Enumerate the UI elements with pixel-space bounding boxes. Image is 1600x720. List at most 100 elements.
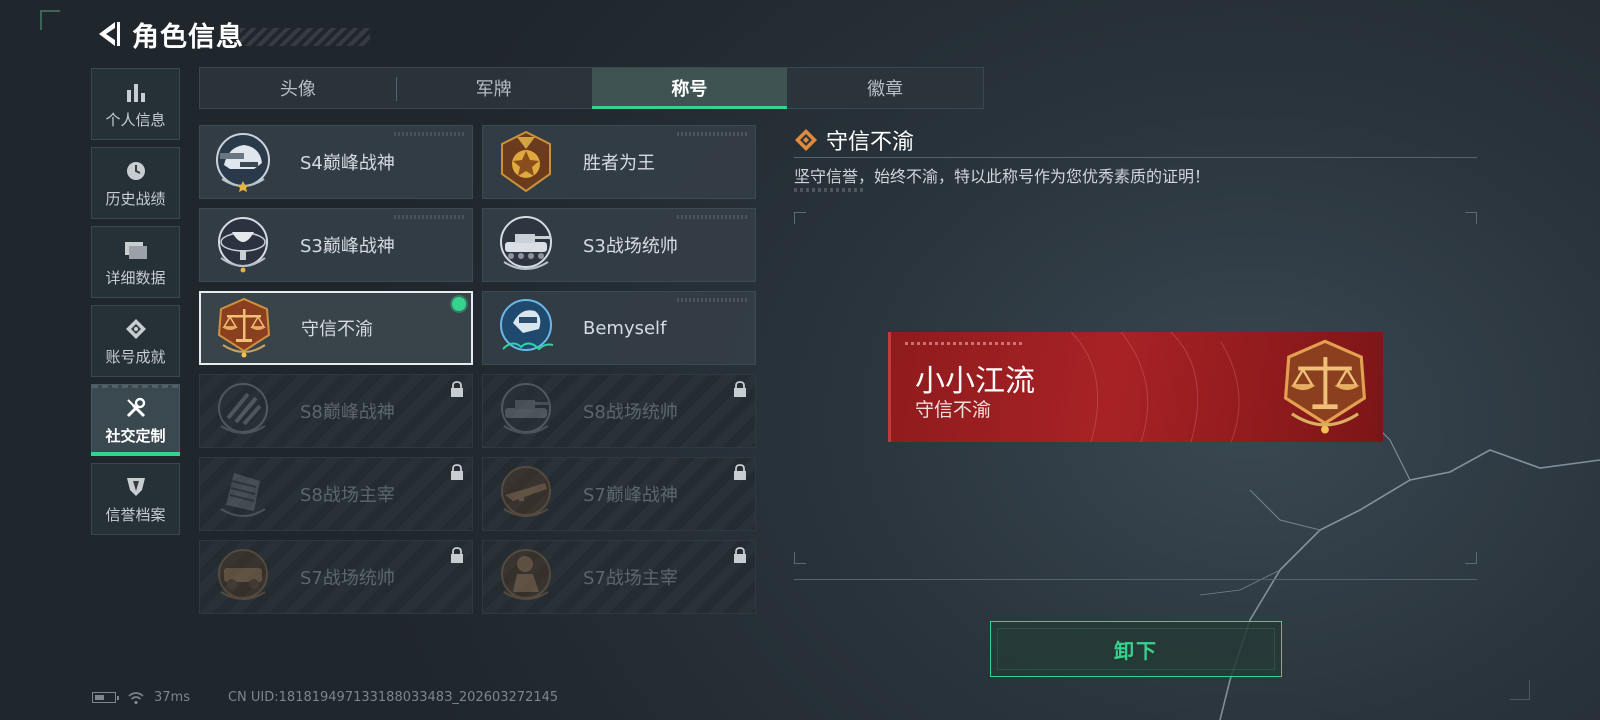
equipped-title: 守信不渝 (915, 399, 992, 421)
rider-emblem-icon (491, 293, 561, 363)
title-card-bemyself[interactable]: Bemyself (482, 291, 756, 365)
sidebar-item-label: 详细数据 (105, 268, 166, 287)
title-card-s8-peak[interactable]: S8巅峰战神 (199, 374, 473, 448)
sidebar-item-label: 信誉档案 (105, 505, 166, 524)
gold-medal-emblem-icon (491, 127, 561, 197)
page-title: 角色信息 (132, 21, 244, 53)
title-card-label: S4巅峰战神 (300, 153, 395, 174)
sidebar-item-credit-file[interactable]: 信誉档案 (91, 463, 180, 535)
tab-avatar[interactable]: 头像 (200, 68, 396, 108)
tab-title[interactable]: 称号 (591, 68, 788, 109)
title-card-label: S3巅峰战神 (300, 236, 395, 257)
card-decoration (677, 215, 747, 219)
lock-icon (451, 547, 463, 563)
detail-header: 守信不渝 (794, 124, 914, 156)
card-decoration (677, 132, 747, 136)
nameplate-decoration (905, 342, 1025, 345)
bar-chart-icon (123, 79, 149, 105)
lock-icon (734, 464, 746, 480)
achievement-icon (123, 316, 149, 342)
frame-corner (1465, 552, 1477, 564)
title-card-label: S3战场统帅 (583, 236, 678, 257)
title-card-s8-dominator[interactable]: S8战场主宰 (199, 457, 473, 531)
tank-emblem-icon (491, 210, 561, 280)
tank-emblem-icon (491, 376, 561, 446)
lock-icon (734, 547, 746, 563)
sidebar-item-label: 账号成就 (105, 347, 166, 366)
title-card-label: S8战场主宰 (300, 485, 395, 506)
status-bar: 37ms CN UID:18181949713318803348З_202603… (92, 690, 558, 705)
rifle-emblem-icon (491, 459, 561, 529)
nameplate-preview: 小小江流 守信不渝 (888, 332, 1383, 442)
sidebar-item-social-custom[interactable]: 社交定制 (91, 384, 181, 456)
divider (794, 157, 1477, 158)
title-card-label: S7战场统帅 (300, 568, 395, 589)
detail-description: 坚守信誉，始终不渝，特以此称号作为您优秀素质的证明！ (794, 167, 1211, 186)
stripes-emblem-icon (208, 376, 278, 446)
helmet-emblem-icon (208, 127, 278, 197)
title-card-label: 守信不渝 (301, 319, 373, 340)
description-decoration (794, 188, 864, 192)
unequip-button[interactable]: 卸下 (990, 621, 1282, 677)
scales-emblem-icon (1273, 335, 1377, 439)
title-card-s7-dominator[interactable]: S7战场主宰 (482, 540, 756, 614)
vehicle-emblem-icon (208, 542, 278, 612)
globe-emblem-icon (208, 210, 278, 280)
sidebar-item-label: 历史战绩 (105, 189, 166, 208)
divider (794, 579, 1477, 580)
building-emblem-icon (208, 459, 278, 529)
title-card-label: Bemyself (583, 317, 667, 339)
equipped-indicator (452, 297, 466, 311)
title-card-winner[interactable]: 胜者为王 (482, 125, 756, 199)
title-card-s3-commander[interactable]: S3战场统帅 (482, 208, 756, 282)
uid-text: CN UID:18181949713318803348З_20260327214… (227, 690, 559, 705)
title-card-keep-faith[interactable]: 守信不渝 (199, 291, 473, 365)
title-card-label: 胜者为王 (583, 153, 655, 174)
wifi-icon (128, 691, 144, 704)
title-card-s7-peak[interactable]: S7巅峰战神 (482, 457, 756, 531)
header: 角色信息 (90, 14, 370, 54)
title-card-label: S8战场统帅 (583, 402, 678, 423)
battery-icon (92, 692, 119, 703)
title-card-label: S7战场主宰 (583, 568, 678, 589)
title-stripe-decoration (240, 28, 370, 46)
folder-icon (123, 237, 149, 263)
title-grid: S4巅峰战神 胜者为王 S3巅峰战神 S3战场统帅 守信不渝 Bemyself … (199, 125, 759, 614)
sidebar-item-personal-info[interactable]: 个人信息 (91, 68, 180, 140)
sidebar-item-label: 个人信息 (105, 110, 166, 129)
title-card-s4-peak[interactable]: S4巅峰战神 (199, 125, 473, 199)
side-nav: 个人信息 历史战绩 详细数据 账号成就 社交定制 信誉档案 (91, 68, 181, 542)
title-card-s7-commander[interactable]: S7战场统帅 (199, 540, 473, 614)
lock-icon (451, 381, 463, 397)
shield-icon (123, 474, 149, 500)
corner-decoration (40, 10, 60, 30)
sidebar-item-detailed-data[interactable]: 详细数据 (91, 226, 180, 298)
card-decoration (394, 132, 464, 136)
soldier-emblem-icon (491, 542, 561, 612)
frame-corner (794, 552, 806, 564)
title-card-s8-commander[interactable]: S8战场统帅 (482, 374, 756, 448)
lock-icon (734, 381, 746, 397)
player-name: 小小江流 (915, 364, 1035, 399)
frame-corner (794, 212, 806, 224)
tab-badge[interactable]: 徽章 (787, 68, 983, 108)
lock-icon (451, 464, 463, 480)
detail-title: 守信不渝 (826, 130, 915, 155)
title-card-label: S8巅峰战神 (300, 402, 395, 423)
back-button[interactable] (90, 16, 126, 52)
sidebar-item-label: 社交定制 (105, 426, 166, 445)
card-decoration (677, 298, 747, 302)
sidebar-item-history[interactable]: 历史战绩 (91, 147, 180, 219)
scales-emblem-icon (209, 293, 279, 363)
back-arrow-icon (99, 22, 120, 46)
title-card-s3-peak[interactable]: S3巅峰战神 (199, 208, 473, 282)
card-decoration (394, 215, 464, 219)
frame-corner (1465, 212, 1477, 224)
ping-text: 37ms (154, 690, 190, 705)
tab-bar: 头像 军牌 称号 徽章 (199, 67, 984, 109)
unequip-button-label: 卸下 (1114, 638, 1158, 663)
tab-dog-tag[interactable]: 军牌 (395, 68, 592, 108)
corner-decoration (1510, 680, 1530, 700)
clock-icon (123, 158, 149, 184)
sidebar-item-achievements[interactable]: 账号成就 (91, 305, 180, 377)
